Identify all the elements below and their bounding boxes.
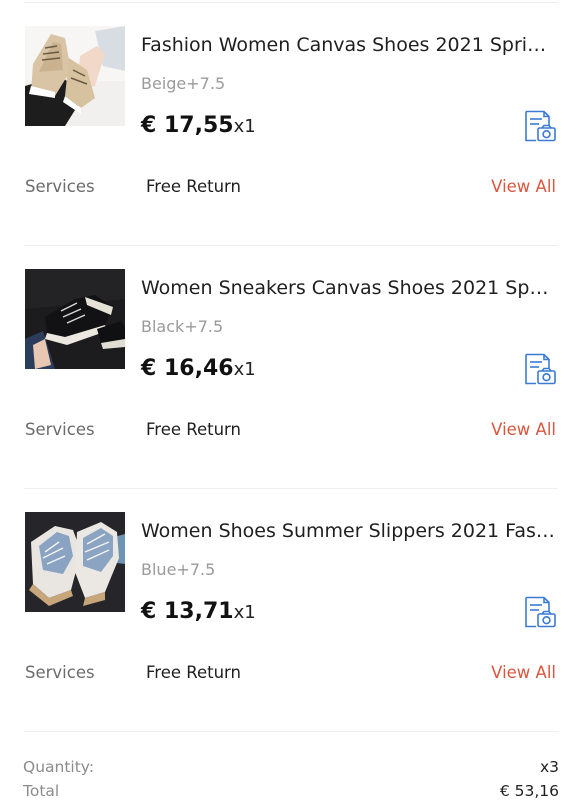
services-value: Free Return: [146, 663, 242, 682]
services-label: Services: [25, 177, 95, 196]
total-row: Total € 53,16: [0, 780, 582, 802]
product-variant: Black+7.5: [141, 317, 224, 336]
services-label: Services: [25, 420, 95, 439]
price-row: € 17,55x1: [141, 111, 256, 142]
order-item: Fashion Women Canvas Shoes 2021 Spring A…: [0, 3, 582, 246]
product-price: € 17,55: [141, 113, 234, 138]
product-image[interactable]: [25, 26, 125, 126]
services-value: Free Return: [146, 177, 242, 196]
product-variant: Beige+7.5: [141, 74, 226, 93]
services-label: Services: [25, 663, 95, 682]
product-quantity: x1: [233, 602, 256, 623]
product-variant: Blue+7.5: [141, 560, 216, 579]
view-all-link[interactable]: View All: [491, 661, 556, 685]
total-value: € 53,16: [499, 782, 559, 800]
product-price: € 16,46: [141, 356, 234, 381]
quantity-label: Quantity:: [23, 758, 95, 776]
order-item: Women Sneakers Canvas Shoes 2021 Spring …: [0, 246, 582, 489]
product-image[interactable]: [25, 269, 125, 369]
price-row: € 16,46x1: [141, 354, 256, 385]
view-all-link[interactable]: View All: [491, 175, 556, 199]
product-title[interactable]: Women Shoes Summer Slippers 2021 Fashion…: [141, 519, 556, 543]
quantity-value: x3: [539, 758, 559, 776]
product-title[interactable]: Women Sneakers Canvas Shoes 2021 Spring …: [141, 276, 556, 300]
total-label: Total: [23, 782, 60, 800]
snapshot-button[interactable]: [523, 595, 557, 629]
quantity-row: Quantity: x3: [0, 756, 582, 778]
product-image[interactable]: [25, 512, 125, 612]
product-title[interactable]: Fashion Women Canvas Shoes 2021 Spring A…: [141, 33, 556, 57]
product-price: € 13,71: [141, 599, 234, 624]
snapshot-button[interactable]: [523, 109, 557, 143]
services-value: Free Return: [146, 420, 242, 439]
price-row: € 13,71x1: [141, 597, 256, 628]
product-quantity: x1: [233, 359, 256, 380]
product-quantity: x1: [233, 116, 256, 137]
order-snapshot-icon: [525, 353, 556, 385]
snapshot-button[interactable]: [523, 352, 557, 386]
order-item: Women Shoes Summer Slippers 2021 Fashion…: [0, 489, 582, 732]
order-snapshot-icon: [525, 596, 556, 628]
order-snapshot-icon: [525, 110, 556, 142]
view-all-link[interactable]: View All: [491, 418, 556, 442]
